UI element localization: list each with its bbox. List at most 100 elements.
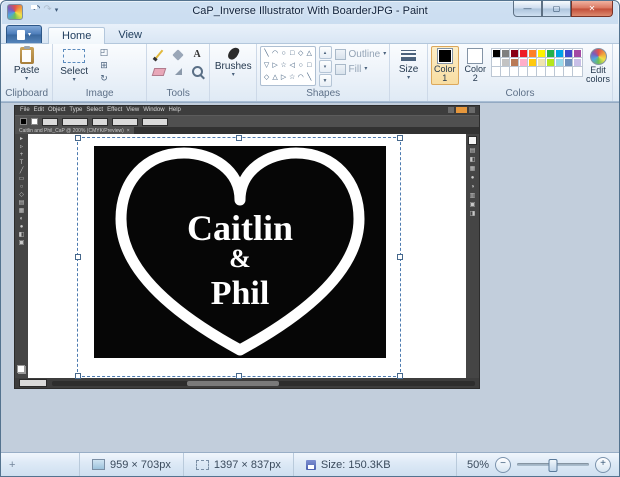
palette-swatch[interactable]	[537, 67, 547, 76]
shape-icon[interactable]: ☆	[280, 62, 286, 70]
palette-swatch[interactable]	[555, 58, 565, 67]
maximize-button[interactable]: ▢	[542, 1, 571, 17]
selection-handle-nw[interactable]	[75, 135, 81, 141]
palette-swatch[interactable]	[546, 58, 556, 67]
palette-swatch[interactable]	[510, 67, 520, 76]
palette-swatch[interactable]	[537, 58, 547, 67]
palette-swatch[interactable]	[510, 58, 520, 67]
shapes-scroll-up-icon[interactable]: ▴	[318, 46, 332, 59]
zoom-slider[interactable]	[517, 459, 589, 472]
canvas-area[interactable]: File Edit Object Type Select Effect View Window…	[1, 102, 619, 452]
shape-icon[interactable]: ☆	[289, 74, 295, 82]
palette-swatch[interactable]	[573, 58, 583, 67]
fill-dropdown[interactable]: Fill ▾	[334, 64, 387, 75]
selection-handle-se[interactable]	[397, 373, 403, 379]
selection-handle-w[interactable]	[75, 254, 81, 260]
shape-icon[interactable]: ▷	[272, 62, 277, 70]
edit-colors-button[interactable]: Edit colors	[583, 46, 613, 86]
rotate-button[interactable]: ↻	[95, 72, 113, 85]
palette-swatch[interactable]	[555, 49, 565, 58]
palette-swatch[interactable]	[537, 49, 547, 58]
zoom-slider-thumb[interactable]	[548, 459, 558, 472]
quick-access-toolbar: ↶ ↷ ▾	[29, 4, 58, 15]
shape-icon[interactable]: □	[307, 62, 311, 70]
selection-handle-s[interactable]	[236, 373, 242, 379]
magnifier-tool-button[interactable]	[188, 65, 206, 78]
paint-menu-button[interactable]: ▾	[6, 25, 42, 43]
color-picker-tool-button[interactable]	[169, 65, 187, 78]
palette-swatch[interactable]	[492, 67, 502, 76]
palette-swatch[interactable]	[519, 67, 529, 76]
shape-icon[interactable]: ╲	[264, 50, 268, 58]
palette-swatch[interactable]	[564, 58, 574, 67]
palette-swatch[interactable]	[492, 58, 502, 67]
palette-swatch[interactable]	[573, 67, 583, 76]
brushes-button[interactable]: Brushes ▾	[211, 45, 256, 79]
shape-icon[interactable]: ▷	[281, 74, 286, 82]
palette-swatch[interactable]	[528, 67, 538, 76]
palette-swatch[interactable]	[501, 67, 511, 76]
shape-icon[interactable]: ◠	[298, 74, 304, 82]
shape-icon[interactable]: ○	[281, 50, 285, 58]
palette-swatch[interactable]	[510, 49, 520, 58]
shape-icon[interactable]: ○	[299, 62, 303, 70]
selection-handle-sw[interactable]	[75, 373, 81, 379]
select-button[interactable]: Select ▾	[56, 46, 92, 84]
close-button[interactable]: ✕	[571, 1, 613, 17]
palette-swatch[interactable]	[546, 49, 556, 58]
pencil-tool-button[interactable]	[150, 48, 168, 61]
palette-swatch[interactable]	[546, 67, 556, 76]
shape-icon[interactable]: ◁	[289, 62, 294, 70]
palette-swatch[interactable]	[528, 58, 538, 67]
tab-view[interactable]: View	[105, 27, 155, 43]
shape-icon[interactable]: ◇	[264, 74, 269, 82]
shapes-scroll-down-icon[interactable]: ▾	[318, 60, 332, 73]
selection-handle-n[interactable]	[236, 135, 242, 141]
redo-button[interactable]: ↷	[43, 4, 51, 15]
fill-option-icon	[334, 64, 346, 75]
shape-icon[interactable]: △	[272, 74, 277, 82]
minimize-button[interactable]: —	[513, 1, 542, 17]
size-button[interactable]: Size ▾	[395, 46, 422, 82]
palette-swatch[interactable]	[555, 67, 565, 76]
tab-home[interactable]: Home	[48, 27, 106, 44]
palette-swatch[interactable]	[501, 49, 511, 58]
selection-handle-e[interactable]	[397, 254, 403, 260]
outline-icon	[334, 49, 346, 60]
palette-swatch[interactable]	[501, 58, 511, 67]
palette-swatch[interactable]	[564, 49, 574, 58]
illustrator-tool-icon: ▹	[19, 144, 23, 150]
paste-label: Paste	[13, 65, 40, 76]
outline-dropdown[interactable]: Outline ▾	[334, 49, 386, 60]
illustrator-control-bar	[15, 115, 479, 127]
shapes-gallery[interactable]: ╲ ◠ ○ □ ◇ △ ▽ ▷ ☆ ◁ ○ □ ◇ △ ▷ ☆ ◠ ╲	[260, 46, 316, 86]
color2-button[interactable]: Color 2	[462, 46, 490, 85]
zoom-out-button[interactable]: −	[495, 456, 511, 473]
paste-button[interactable]: Paste ▾	[10, 46, 44, 83]
selection-rectangle[interactable]	[75, 135, 403, 379]
crop-button[interactable]: ◰	[95, 46, 113, 59]
shape-icon[interactable]: △	[307, 50, 312, 58]
palette-swatch[interactable]	[492, 49, 502, 58]
palette-swatch[interactable]	[528, 49, 538, 58]
shapes-more-icon[interactable]: ▼	[318, 74, 332, 87]
palette-swatch[interactable]	[519, 58, 529, 67]
paint-app-icon[interactable]	[7, 4, 23, 20]
fill-tool-button[interactable]	[169, 48, 187, 61]
resize-button[interactable]: ⊞	[95, 59, 113, 72]
eraser-tool-button[interactable]	[150, 65, 168, 78]
shape-icon[interactable]: □	[290, 50, 294, 58]
palette-swatch[interactable]	[564, 67, 574, 76]
shape-icon[interactable]: ◠	[272, 50, 278, 58]
palette-swatch[interactable]	[519, 49, 529, 58]
zoom-in-button[interactable]: +	[595, 456, 611, 473]
shape-icon[interactable]: ▽	[264, 62, 269, 70]
qat-dropdown-arrow-icon[interactable]: ▾	[55, 6, 59, 14]
shape-icon[interactable]: ╲	[307, 74, 311, 82]
shape-icon[interactable]: ◇	[298, 50, 303, 58]
color1-button[interactable]: Color 1	[431, 46, 459, 85]
text-tool-button[interactable]: A	[188, 48, 206, 61]
selection-handle-ne[interactable]	[397, 135, 403, 141]
color2-label: Color 2	[464, 64, 487, 83]
palette-swatch[interactable]	[573, 49, 583, 58]
